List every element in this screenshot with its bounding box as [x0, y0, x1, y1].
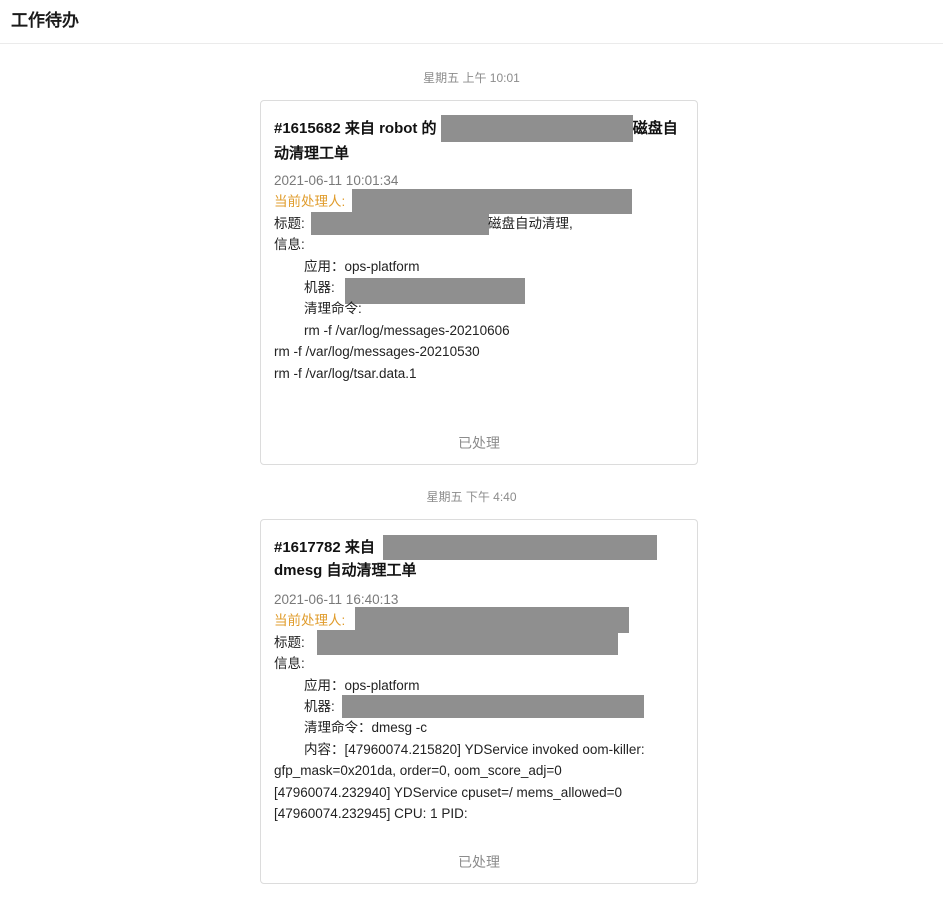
ticket-title-suffix: dmesg 自动清理工单 — [274, 562, 417, 579]
subject-row: 标题: — [274, 629, 685, 655]
machine-row: 机器: — [274, 277, 685, 304]
status-processed-button[interactable]: 已处理 — [261, 852, 697, 872]
handler-label: 当前处理人: — [274, 613, 346, 629]
info-label: 信息: — [274, 237, 305, 253]
machine-row: 机器: — [274, 694, 685, 718]
cmd-line: 清理命令：dmesg -c — [304, 720, 428, 736]
redacted-block — [317, 629, 618, 655]
machine-label: 机器: — [304, 279, 335, 295]
ticket-title-prefix: #1615682 来自 robot 的 — [274, 120, 437, 137]
content-line-1: 内容：[47960074.215820] YDService invoked o… — [304, 741, 645, 757]
content-line-4: [47960074.232945] CPU: 1 PID: — [274, 805, 468, 821]
page-title: 工作待办 — [11, 11, 79, 30]
ticket-body: 2021-06-11 10:01:34 当前处理人: 标题: 磁盘自动清理, 信… — [274, 170, 685, 384]
app-header: 工作待办 — [0, 0, 943, 44]
message-timestamp: 星期五 上午 10:01 — [423, 71, 520, 85]
ticket-date: 2021-06-11 10:01:34 — [274, 173, 399, 188]
app-line: 应用：ops-platform — [304, 677, 420, 693]
ticket-title-prefix: #1617782 来自 — [274, 539, 375, 556]
subject-suffix: 磁盘自动清理, — [488, 215, 573, 231]
redacted-block — [383, 535, 657, 560]
content-line-2: gfp_mask=0x201da, order=0, oom_score_adj… — [274, 763, 562, 779]
ticket-card[interactable]: #1617782 来自 dmesg 自动清理工单 2021-06-11 16:4… — [260, 519, 698, 884]
message-timestamp: 星期五 下午 4:40 — [426, 490, 517, 504]
ticket-title: #1617782 来自 dmesg 自动清理工单 — [274, 535, 689, 582]
redacted-block — [352, 189, 632, 215]
subject-label: 标题: — [274, 215, 305, 231]
cmd-line-2: rm -f /var/log/messages-20210530 — [274, 344, 480, 360]
handler-row: 当前处理人: — [274, 607, 685, 634]
app-line: 应用：ops-platform — [304, 258, 420, 274]
redacted-block — [440, 115, 633, 142]
ticket-card[interactable]: #1615682 来自 robot 的 磁盘自动清理工单 2021-06-11 … — [260, 100, 698, 465]
handler-label: 当前处理人: — [274, 194, 346, 210]
subject-label: 标题: — [274, 634, 305, 650]
cmd-line: 清理命令: — [304, 301, 362, 317]
status-processed-button[interactable]: 已处理 — [261, 433, 697, 453]
cmd-line-1: rm -f /var/log/messages-20210606 — [304, 322, 510, 338]
content-line-3: [47960074.232940] YDService cpuset=/ mem… — [274, 784, 622, 800]
ticket-title: #1615682 来自 robot 的 磁盘自动清理工单 — [274, 115, 689, 165]
subject-row: 标题: 磁盘自动清理, — [274, 211, 685, 235]
ticket-body: 2021-06-11 16:40:13 当前处理人: 标题: 信息: 应用：op… — [274, 589, 685, 824]
handler-row: 当前处理人: — [274, 189, 685, 215]
redacted-block — [311, 211, 489, 235]
machine-label: 机器: — [304, 698, 335, 714]
redacted-block — [342, 694, 644, 718]
info-label: 信息: — [274, 656, 305, 672]
cmd-line-3: rm -f /var/log/tsar.data.1 — [274, 365, 417, 381]
